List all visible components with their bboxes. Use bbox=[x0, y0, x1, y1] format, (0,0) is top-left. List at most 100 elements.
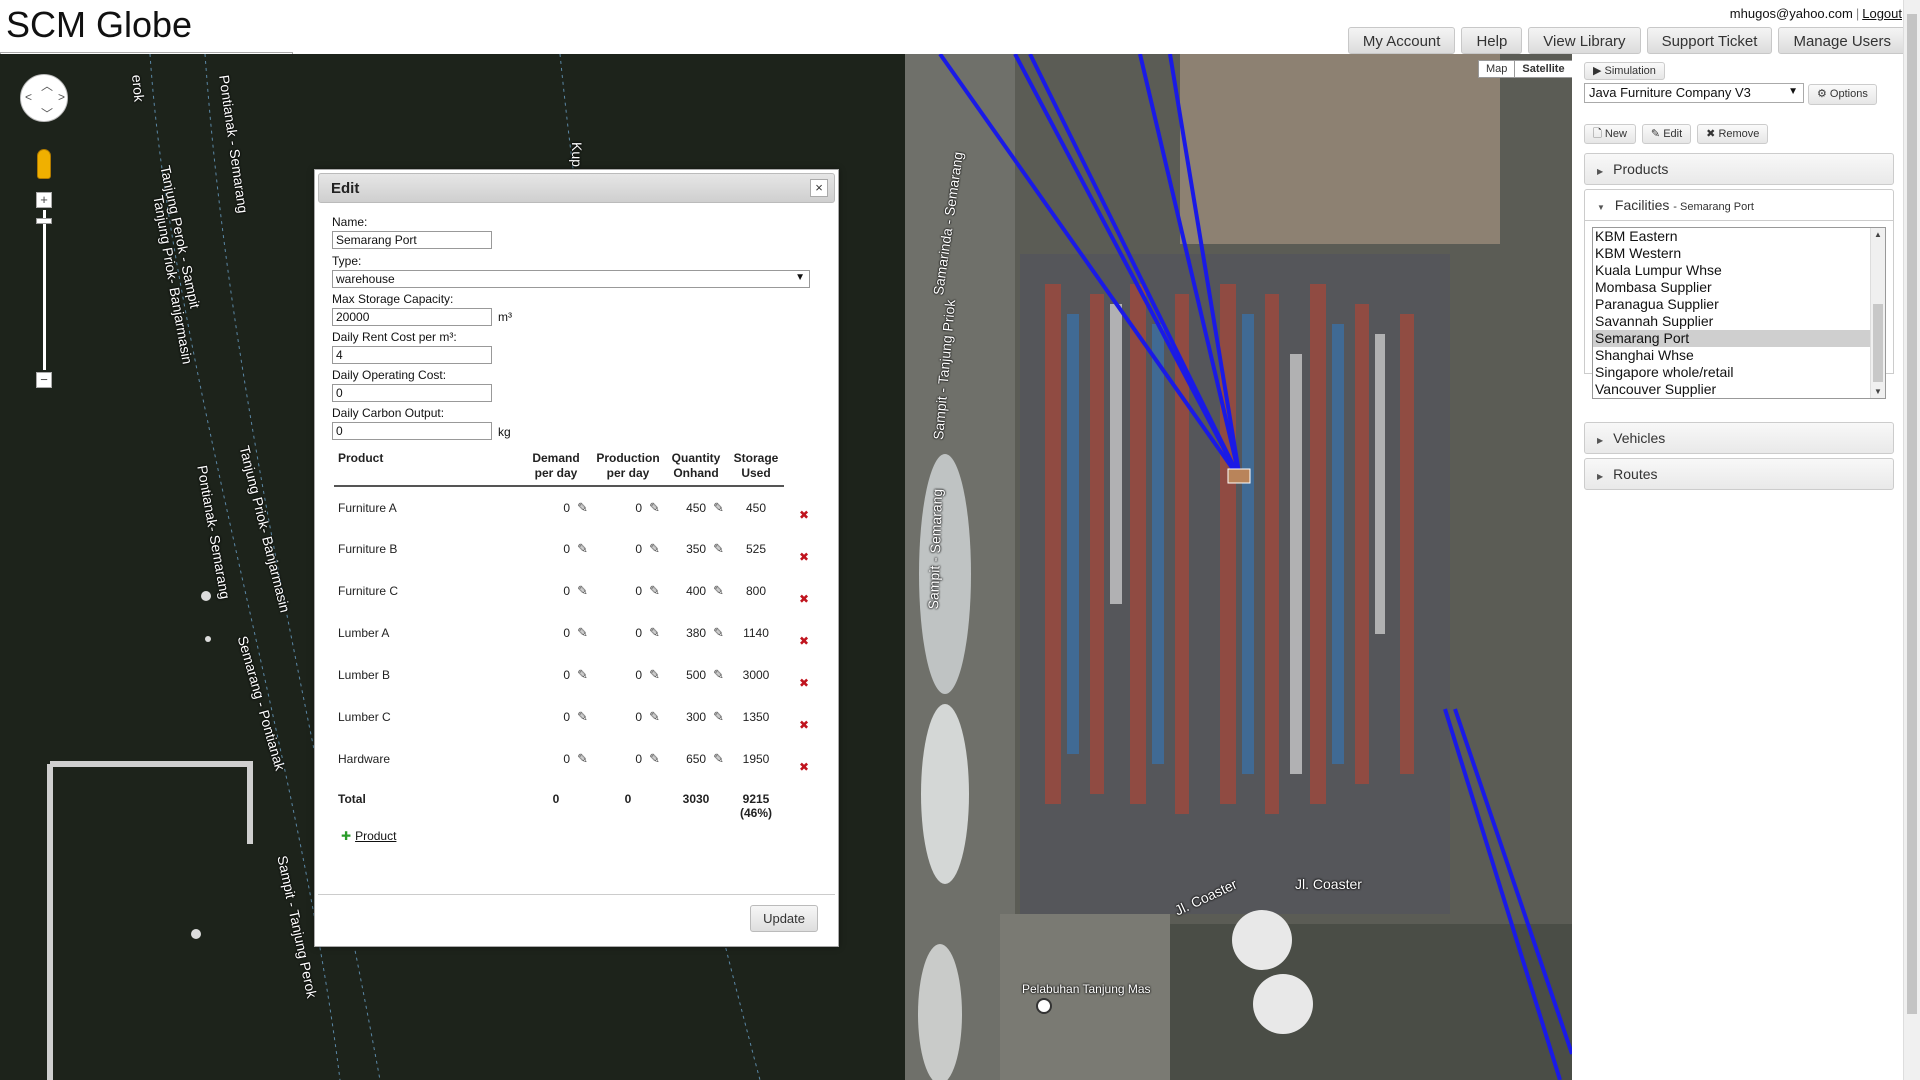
production-value: 0 bbox=[635, 542, 643, 556]
view-library-button[interactable]: View Library bbox=[1528, 27, 1641, 54]
zoom-out-button[interactable]: − bbox=[36, 372, 52, 388]
delete-row-icon[interactable]: ✖ bbox=[784, 570, 824, 612]
name-field[interactable] bbox=[332, 231, 492, 249]
delete-row-icon[interactable]: ✖ bbox=[784, 612, 824, 654]
edit-production-pencil-icon[interactable]: ✎ bbox=[649, 541, 660, 557]
facilities-section-header[interactable]: ▼ Facilities - Semarang Port bbox=[1584, 189, 1894, 221]
edit-production-pencil-icon[interactable]: ✎ bbox=[649, 583, 660, 599]
dialog-header[interactable]: Edit × bbox=[318, 173, 835, 203]
pan-up-icon[interactable]: ︿ bbox=[41, 77, 53, 94]
simulation-button[interactable]: ▶ Simulation bbox=[1584, 62, 1665, 80]
rent-label: Daily Rent Cost per m³: bbox=[332, 330, 457, 344]
pan-down-icon[interactable]: ﹀ bbox=[41, 105, 53, 122]
list-item[interactable]: KBM Eastern bbox=[1593, 228, 1885, 245]
edit-onhand-pencil-icon[interactable]: ✎ bbox=[713, 500, 724, 516]
delete-row-icon[interactable]: ✖ bbox=[784, 738, 824, 780]
edit-onhand-pencil-icon[interactable]: ✎ bbox=[713, 751, 724, 767]
list-item[interactable]: Singapore whole/retail bbox=[1593, 364, 1885, 381]
edit-production-pencil-icon[interactable]: ✎ bbox=[649, 667, 660, 683]
edit-demand-pencil-icon[interactable]: ✎ bbox=[577, 500, 588, 516]
list-item[interactable]: Mombasa Supplier bbox=[1593, 279, 1885, 296]
list-item[interactable]: Vancouver Supplier bbox=[1593, 381, 1885, 398]
logout-link[interactable]: Logout bbox=[1862, 6, 1902, 21]
edit-onhand-pencil-icon[interactable]: ✎ bbox=[713, 625, 724, 641]
new-button[interactable]: 🗋 New bbox=[1584, 124, 1636, 144]
pan-control[interactable]: ︿ ﹀ < > bbox=[20, 74, 68, 122]
routes-section-header[interactable]: ▶ Routes bbox=[1584, 458, 1894, 490]
carbon-field[interactable] bbox=[332, 422, 492, 440]
edit-production-pencil-icon[interactable]: ✎ bbox=[649, 709, 660, 725]
container-stacks bbox=[1045, 284, 1414, 814]
table-row: Lumber C 0 ✎ 0 ✎ 300 ✎ 1350 ✖ bbox=[334, 696, 824, 738]
delete-row-icon[interactable]: ✖ bbox=[784, 654, 824, 696]
edit-demand-pencil-icon[interactable]: ✎ bbox=[577, 583, 588, 599]
list-item[interactable]: Savannah Supplier bbox=[1593, 313, 1885, 330]
edit-demand-pencil-icon[interactable]: ✎ bbox=[577, 751, 588, 767]
zoom-in-button[interactable]: + bbox=[36, 192, 52, 208]
onhand-value: 350 bbox=[686, 542, 707, 556]
production-value: 0 bbox=[635, 752, 643, 766]
rent-field[interactable] bbox=[332, 346, 492, 364]
capacity-field[interactable] bbox=[332, 308, 492, 326]
product-table: Product Demand per day Production per da… bbox=[334, 449, 824, 822]
products-section-header[interactable]: ▶ Products bbox=[1584, 153, 1894, 185]
facility-list[interactable]: KBM Eastern KBM Western Kuala Lumpur Whs… bbox=[1592, 227, 1886, 399]
street-view-pegman-icon[interactable] bbox=[37, 149, 51, 179]
edit-button[interactable]: ✎ Edit bbox=[1641, 124, 1692, 144]
zoom-track[interactable] bbox=[43, 210, 46, 370]
delete-row-icon[interactable]: ✖ bbox=[784, 528, 824, 570]
total-production: 0 bbox=[624, 792, 632, 806]
map-route-label: Kup bbox=[569, 142, 585, 167]
edit-production-pencil-icon[interactable]: ✎ bbox=[649, 625, 660, 641]
carbon-unit: kg bbox=[498, 425, 511, 439]
scrollbar-thumb[interactable] bbox=[1873, 304, 1883, 382]
update-button[interactable]: Update bbox=[750, 905, 818, 932]
help-button[interactable]: Help bbox=[1461, 27, 1523, 54]
map-type-map-button[interactable]: Map bbox=[1479, 61, 1514, 77]
pan-left-icon[interactable]: < bbox=[25, 90, 32, 104]
pan-right-icon[interactable]: > bbox=[58, 90, 65, 104]
edit-dialog: Edit × Name: Type: warehouse ▼ Max Storag… bbox=[314, 169, 839, 947]
list-item[interactable]: Paranagua Supplier bbox=[1593, 296, 1885, 313]
list-item[interactable]: KBM Western bbox=[1593, 245, 1885, 262]
edit-demand-pencil-icon[interactable]: ✎ bbox=[577, 667, 588, 683]
scroll-up-icon[interactable]: ▲ bbox=[1874, 230, 1882, 239]
manage-users-button[interactable]: Manage Users bbox=[1778, 27, 1906, 54]
page-scrollbar-thumb[interactable] bbox=[1907, 14, 1917, 1014]
list-item[interactable]: Shanghai Whse bbox=[1593, 347, 1885, 364]
page-scrollbar[interactable] bbox=[1903, 0, 1920, 1080]
edit-onhand-pencil-icon[interactable]: ✎ bbox=[713, 541, 724, 557]
delete-row-icon[interactable]: ✖ bbox=[784, 696, 824, 738]
opcost-field[interactable] bbox=[332, 384, 492, 402]
total-storage-percent: (46%) bbox=[739, 806, 772, 820]
support-ticket-button[interactable]: Support Ticket bbox=[1646, 27, 1773, 54]
user-email: mhugos@yahoo.com bbox=[1729, 6, 1853, 21]
options-button[interactable]: ⚙ Options bbox=[1808, 84, 1877, 105]
my-account-button[interactable]: My Account bbox=[1347, 27, 1456, 54]
zoom-slider-handle[interactable] bbox=[36, 218, 52, 224]
edit-demand-pencil-icon[interactable]: ✎ bbox=[577, 625, 588, 641]
list-item-selected[interactable]: Semarang Port bbox=[1593, 330, 1885, 347]
edit-onhand-pencil-icon[interactable]: ✎ bbox=[713, 583, 724, 599]
delete-row-icon[interactable]: ✖ bbox=[784, 486, 824, 528]
facility-list-scrollbar[interactable]: ▲ ▼ bbox=[1870, 228, 1885, 398]
map-type-satellite-button[interactable]: Satellite bbox=[1514, 61, 1571, 77]
list-item[interactable]: Kuala Lumpur Whse bbox=[1593, 262, 1885, 279]
add-product-link[interactable]: ✚ Product bbox=[341, 829, 396, 843]
table-row: Lumber A 0 ✎ 0 ✎ 380 ✎ 1140 ✖ bbox=[334, 612, 824, 654]
company-select[interactable]: Java Furniture Company V3 ▼ bbox=[1584, 83, 1804, 103]
total-onhand: 3030 bbox=[682, 792, 710, 806]
edit-production-pencil-icon[interactable]: ✎ bbox=[649, 500, 660, 516]
production-value: 0 bbox=[635, 668, 643, 682]
vehicles-section-header[interactable]: ▶ Vehicles bbox=[1584, 422, 1894, 454]
capacity-unit: m³ bbox=[498, 310, 512, 324]
remove-button[interactable]: ✖ Remove bbox=[1697, 124, 1769, 144]
edit-onhand-pencil-icon[interactable]: ✎ bbox=[713, 709, 724, 725]
edit-production-pencil-icon[interactable]: ✎ bbox=[649, 751, 660, 767]
type-select[interactable]: warehouse ▼ bbox=[332, 270, 810, 288]
edit-demand-pencil-icon[interactable]: ✎ bbox=[577, 541, 588, 557]
edit-demand-pencil-icon[interactable]: ✎ bbox=[577, 709, 588, 725]
edit-onhand-pencil-icon[interactable]: ✎ bbox=[713, 667, 724, 683]
scroll-down-icon[interactable]: ▼ bbox=[1874, 387, 1882, 396]
close-icon[interactable]: × bbox=[810, 179, 828, 197]
